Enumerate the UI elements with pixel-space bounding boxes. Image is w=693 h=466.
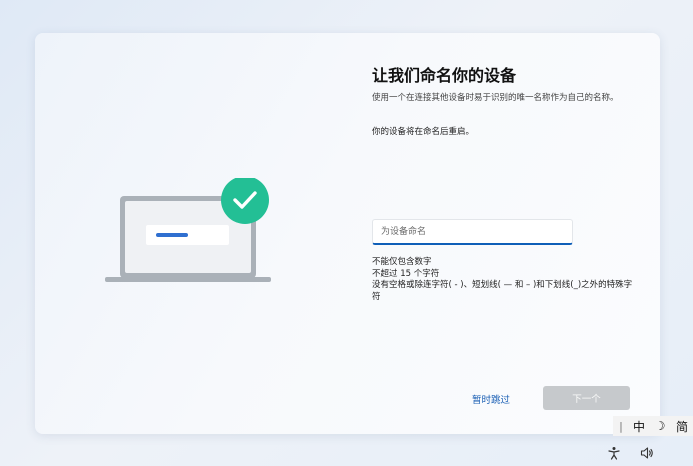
laptop-illustration <box>105 178 271 282</box>
ime-drag-handle[interactable]: | <box>613 420 629 433</box>
restart-note: 你的设备将在命名后重启。 <box>372 127 475 137</box>
volume-icon[interactable] <box>640 446 654 460</box>
accessibility-icon[interactable] <box>607 446 621 460</box>
rule-item: 没有空格或除连字符( - )、短划线( — 和 – )和下划线(_)之外的特殊字… <box>372 280 633 302</box>
rule-item: 不超过 15 个字符 <box>372 268 440 279</box>
next-button[interactable]: 下一个 <box>543 386 630 410</box>
ime-mode-toggle[interactable]: 中 <box>629 418 649 435</box>
name-rules-list: 不能仅包含数字 不超过 15 个字符 没有空格或除连字符( - )、短划线( —… <box>372 257 634 303</box>
laptop-base <box>105 277 271 282</box>
page-title: 让我们命名你的设备 <box>372 66 517 85</box>
ime-script-toggle[interactable]: 简 <box>671 418 693 435</box>
device-name-input[interactable] <box>372 219 573 245</box>
page-description: 使用一个在连接其他设备时易于识别的唯一名称作为自己的名称。 <box>372 93 619 103</box>
check-badge <box>221 178 269 224</box>
rule-item: 不能仅包含数字 <box>372 257 432 267</box>
ime-shape-toggle[interactable]: ☽ <box>649 419 671 433</box>
ime-toolbar: | 中 ☽ 简 <box>613 416 693 436</box>
screen-name-bar <box>156 233 188 237</box>
skip-link[interactable]: 暂时跳过 <box>472 392 510 406</box>
